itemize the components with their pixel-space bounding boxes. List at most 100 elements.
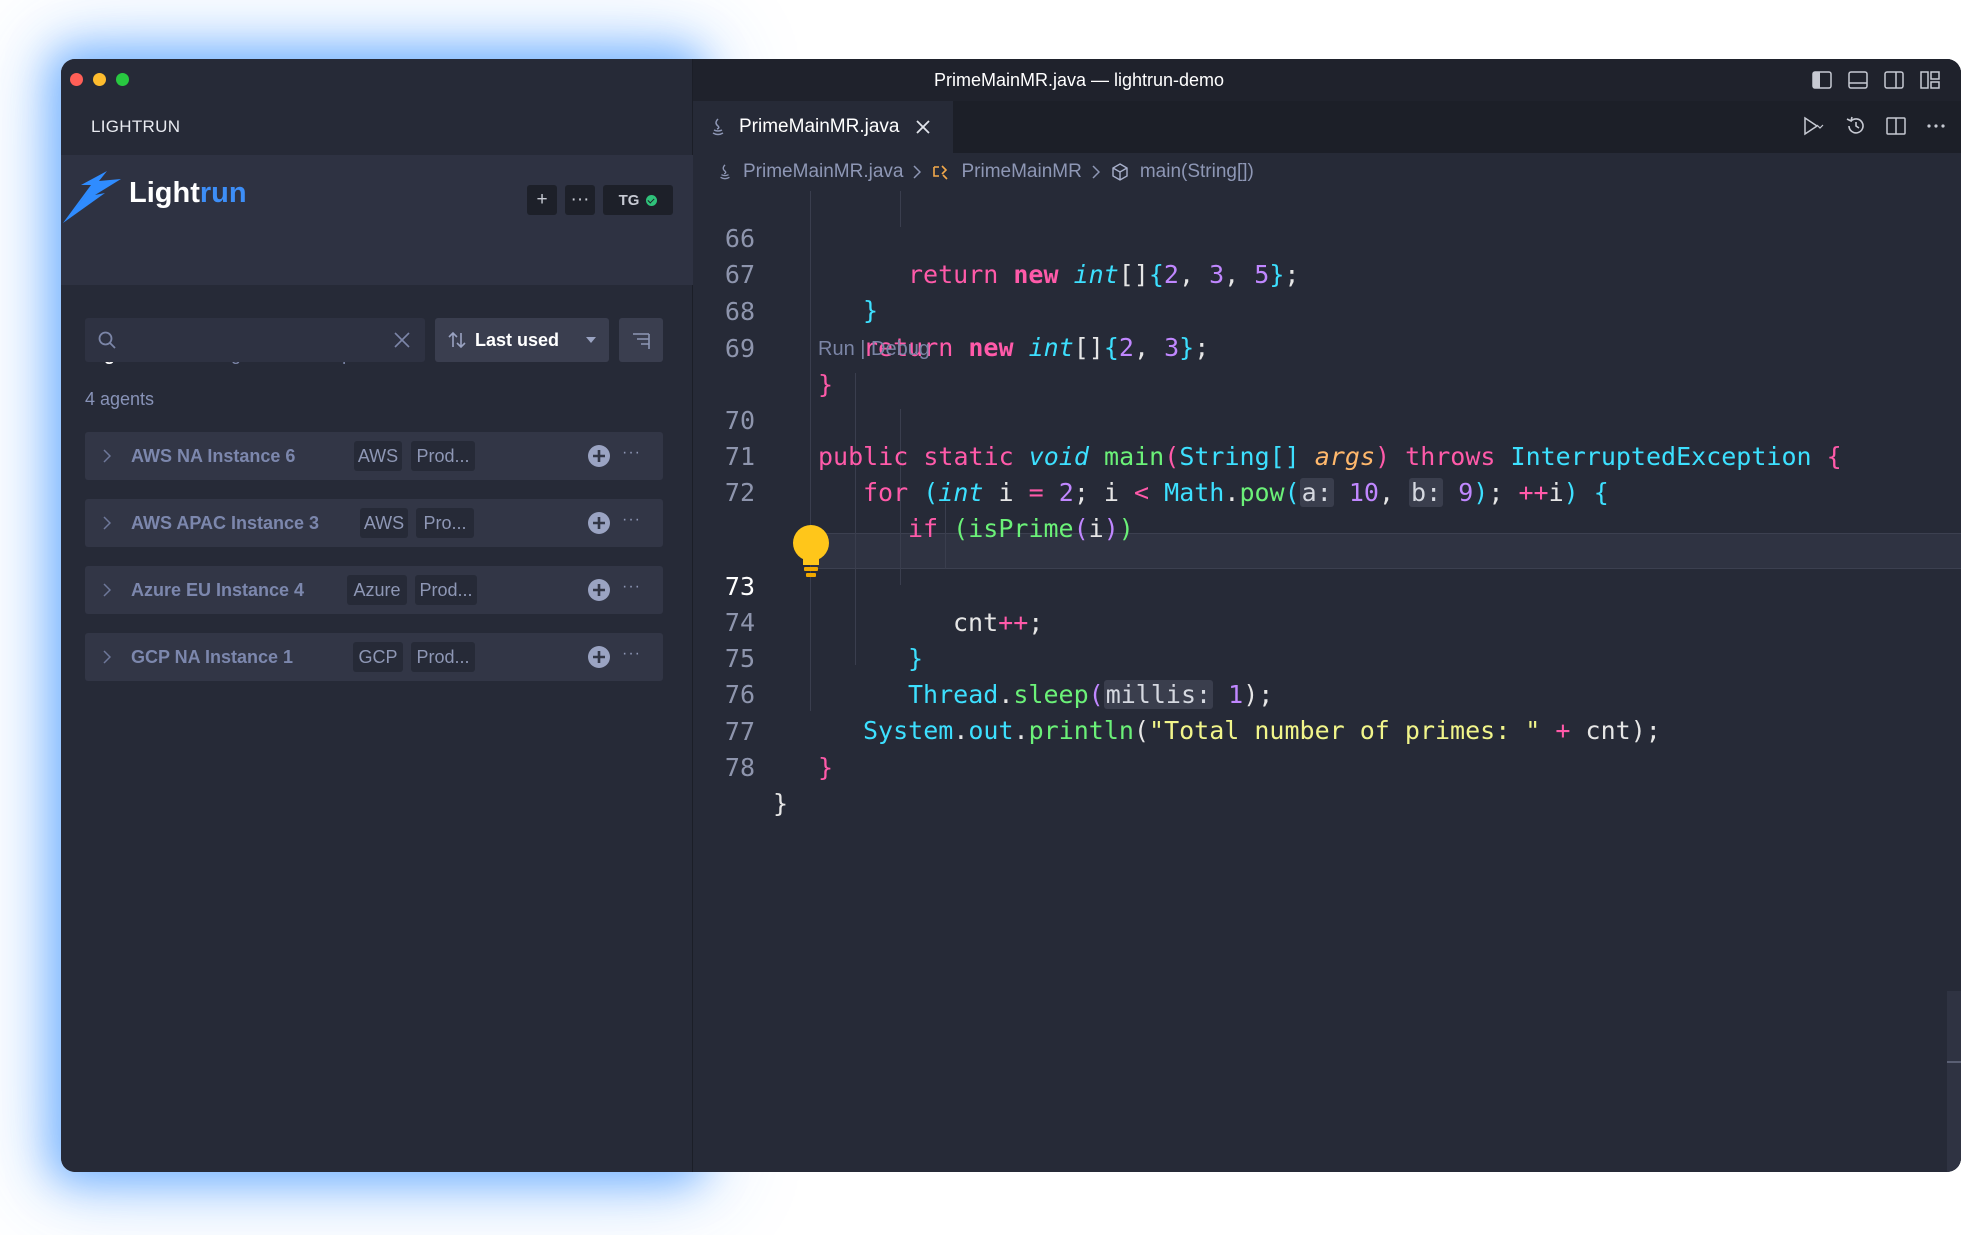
close-window-button[interactable] — [70, 73, 83, 86]
filter-button[interactable] — [619, 318, 663, 362]
chevron-right-icon[interactable] — [103, 583, 111, 597]
toggle-panel-icon[interactable] — [1847, 69, 1869, 91]
codelens-run-debug[interactable]: Run | Debug — [818, 333, 930, 365]
line-number: 69 — [724, 334, 755, 363]
row-more-button[interactable]: ··· — [622, 645, 641, 663]
vertical-scrollbar[interactable] — [1947, 991, 1961, 1172]
code-content: for (int i = 2; i < Math.pow(a: 10, b: 9… — [863, 478, 1609, 507]
clear-search-icon[interactable] — [393, 331, 411, 349]
more-actions-button[interactable]: ··· — [565, 185, 595, 215]
row-more-button[interactable]: ··· — [622, 578, 641, 596]
chevron-right-icon[interactable] — [103, 516, 111, 530]
more-actions-icon[interactable] — [1925, 115, 1947, 137]
agent-row[interactable]: AWS NA Instance 6 AWS Prod... ··· — [85, 432, 663, 480]
java-file-icon — [720, 164, 730, 180]
row-more-button[interactable]: ··· — [622, 444, 641, 462]
agent-name: AWS APAC Instance 3 — [131, 513, 320, 533]
sort-label: Last used — [475, 329, 560, 350]
code-line: 70 public static void main(String[] args… — [693, 367, 1961, 471]
app-window: LIGHTRUN Lightrun + ··· TG Agents Tags S… — [61, 59, 1961, 1172]
agent-row[interactable]: AWS APAC Instance 3 AWS Pro... ··· — [85, 499, 663, 547]
provider-badge: GCP — [353, 642, 403, 672]
breadcrumb-method[interactable]: main(String[]) — [1140, 161, 1254, 183]
close-icon[interactable] — [915, 119, 931, 135]
env-badge: Prod... — [415, 575, 477, 605]
run-icon[interactable] — [1797, 115, 1827, 137]
line-number: 78 — [724, 753, 755, 782]
code-line: 72 if (isPrime(i)) — [693, 439, 1961, 543]
code-line: 75 Thread.sleep(millis: 1); — [693, 605, 1961, 709]
title-bar: PrimeMainMR.java — lightrun-demo — [693, 59, 1961, 101]
tab-primemainmr-java[interactable]: PrimeMainMR.java — [693, 101, 953, 153]
zoom-window-button[interactable] — [116, 73, 129, 86]
chevron-right-icon[interactable] — [103, 650, 111, 664]
code-line: 66 return new int[]{2, 3, 5}; — [693, 185, 1961, 289]
code-line-current: 73 cnt++; — [693, 533, 1961, 637]
chevron-right-icon — [1092, 165, 1100, 179]
window-title: PrimeMainMR.java — lightrun-demo — [933, 70, 1225, 90]
code-area[interactable]: 66 return new int[]{2, 3, 5}; 67 } 68 re… — [693, 191, 1961, 1172]
provider-badge: AWS — [360, 508, 408, 538]
chevron-right-icon — [913, 165, 922, 179]
user-initials: TG — [618, 191, 640, 209]
add-action-icon[interactable] — [587, 511, 611, 535]
user-account-button[interactable]: TG — [603, 185, 673, 215]
provider-badge: Azure — [347, 575, 407, 605]
env-badge: Prod... — [411, 642, 475, 672]
agent-name: AWS NA Instance 6 — [131, 446, 296, 466]
add-action-button[interactable]: + — [527, 185, 557, 215]
split-editor-icon[interactable] — [1885, 115, 1907, 137]
lightrun-header: Lightrun + ··· TG Agents Tags Snapshots — [61, 155, 693, 381]
agent-name: Azure EU Instance 4 — [131, 580, 305, 600]
class-icon — [933, 165, 949, 180]
provider-badge: AWS — [354, 441, 402, 471]
sort-dropdown[interactable]: Last used — [435, 318, 609, 362]
layout-controls — [1811, 69, 1941, 91]
add-action-icon[interactable] — [587, 578, 611, 602]
scroll-position-marker — [1947, 1061, 1961, 1063]
window-controls — [70, 73, 129, 86]
add-action-icon[interactable] — [587, 645, 611, 669]
breadcrumb-class[interactable]: PrimeMainMR — [961, 161, 1081, 183]
agent-row[interactable]: GCP NA Instance 1 GCP Prod... ··· — [85, 633, 663, 681]
code-editor: PrimeMainMR.java — lightrun-demo PrimeMa… — [693, 59, 1961, 1172]
row-more-button[interactable]: ··· — [622, 511, 641, 529]
agent-name: GCP NA Instance 1 — [131, 647, 294, 667]
env-badge: Prod... — [411, 441, 475, 471]
agents-count: 4 agents — [85, 389, 155, 409]
editor-tab-bar: PrimeMainMR.java — [693, 101, 1961, 153]
editor-actions — [1797, 115, 1947, 137]
search-icon — [98, 331, 116, 349]
code-line: 76 System.out.println("Total number of p… — [693, 641, 1961, 745]
filter-icon — [633, 333, 650, 349]
search-input[interactable] — [125, 324, 375, 356]
add-action-icon[interactable] — [587, 444, 611, 468]
history-icon[interactable] — [1845, 115, 1867, 137]
code-line: 68 return new int[]{2, 3}; — [693, 258, 1961, 362]
code-line: 67 } — [693, 221, 1961, 325]
toggle-primary-sidebar-icon[interactable] — [1811, 69, 1833, 91]
connected-check-icon — [646, 194, 658, 206]
code-line: 71 for (int i = 2; i < Math.pow(a: 10, b… — [693, 403, 1961, 507]
minimize-window-button[interactable] — [93, 73, 106, 86]
chevron-down-icon — [586, 337, 596, 343]
method-icon — [1112, 163, 1128, 181]
code-line: 77 } — [693, 678, 1961, 782]
code-line: 78 } — [693, 714, 1961, 818]
agent-list: AWS NA Instance 6 AWS Prod... ··· AWS AP… — [85, 432, 663, 700]
java-file-icon — [712, 118, 724, 136]
code-content: } — [773, 789, 789, 818]
customize-layout-icon[interactable] — [1919, 69, 1941, 91]
code-line: 74 } — [693, 569, 1961, 673]
chevron-right-icon[interactable] — [103, 449, 111, 463]
tab-label: PrimeMainMR.java — [739, 116, 900, 137]
lightbulb-icon[interactable] — [789, 523, 833, 579]
line-number: 72 — [724, 478, 755, 507]
agent-row[interactable]: Azure EU Instance 4 Azure Prod... ··· — [85, 566, 663, 614]
lightrun-wordmark: Lightrun — [129, 177, 247, 209]
lightrun-sidebar: LIGHTRUN Lightrun + ··· TG Agents Tags S… — [61, 59, 693, 1172]
sidebar-title: LIGHTRUN — [91, 117, 181, 136]
breadcrumb-file[interactable]: PrimeMainMR.java — [743, 161, 903, 183]
env-badge: Pro... — [416, 508, 474, 538]
toggle-secondary-sidebar-icon[interactable] — [1883, 69, 1905, 91]
